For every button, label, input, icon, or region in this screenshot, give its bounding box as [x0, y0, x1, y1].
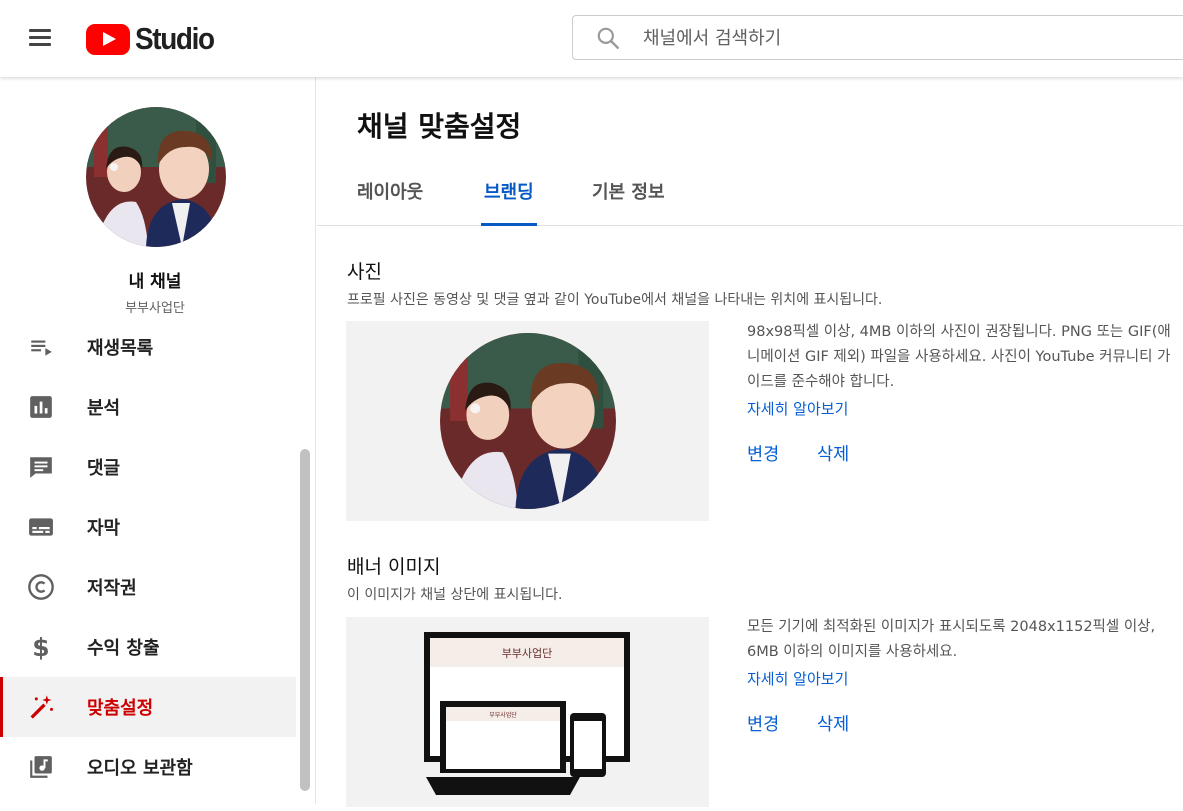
sidebar-item-label: 자막	[87, 518, 121, 539]
sidebar-scrollbar[interactable]	[300, 449, 310, 791]
profile-photo-preview	[346, 321, 709, 521]
sidebar-item-label: 재생목록	[87, 338, 154, 359]
youtube-studio-logo[interactable]: Studio	[86, 21, 222, 57]
photo-requirements: 98x98픽셀 이상, 4MB 이하의 사진이 권장됩니다. PNG 또는 GI…	[747, 324, 1171, 390]
sidebar-item-customization[interactable]: 맞춤설정	[0, 677, 296, 737]
sidebar-item-subtitles[interactable]: 자막	[0, 497, 296, 557]
logo-text: Studio	[135, 21, 215, 56]
monitor-banner-text: 부부사업단	[502, 647, 553, 660]
banner-change-button[interactable]: 변경	[747, 711, 779, 736]
subtitles-icon	[27, 513, 55, 541]
banner-section-desc: 이 이미지가 채널 상단에 표시됩니다.	[347, 587, 563, 603]
hamburger-menu-icon[interactable]	[22, 22, 58, 54]
sidebar-item-playlists[interactable]: 재생목록	[0, 317, 296, 377]
sidebar-nav: 재생목록 분석 댓글 자막 저작권 $ 수익 창출 맞춤설정 오디오 보관함	[0, 317, 296, 797]
sidebar-item-label: 저작권	[87, 578, 137, 599]
my-channel-label: 내 채널	[128, 272, 182, 292]
laptop-banner-text: 부부사업단	[489, 711, 517, 719]
search-icon[interactable]	[595, 25, 621, 51]
page-title: 채널 맞춤설정	[357, 110, 522, 143]
youtube-play-icon	[86, 23, 130, 55]
photo-section-title: 사진	[347, 261, 382, 283]
analytics-icon	[27, 393, 55, 421]
device-mockup-illustration: 부부사업단 부부사업단	[424, 632, 630, 795]
playlist-icon	[27, 333, 55, 361]
photo-change-button[interactable]: 변경	[747, 441, 779, 466]
sidebar-item-comments[interactable]: 댓글	[0, 437, 296, 497]
channel-name: 부부사업단	[125, 301, 185, 316]
sidebar-item-copyright[interactable]: 저작권	[0, 557, 296, 617]
sidebar-item-monetization[interactable]: $ 수익 창출	[0, 617, 296, 677]
sidebar-item-label: 수익 창출	[87, 638, 160, 659]
photo-delete-button[interactable]: 삭제	[817, 441, 849, 466]
banner-preview: 부부사업단 부부사업단	[346, 617, 709, 807]
copyright-icon	[27, 573, 55, 601]
photo-learn-more-link[interactable]: 자세히 알아보기	[747, 398, 848, 419]
profile-photo	[440, 333, 616, 509]
tab-layout[interactable]: 레이아웃	[357, 178, 423, 226]
sidebar-item-label: 오디오 보관함	[87, 758, 193, 779]
search-bar[interactable]	[572, 15, 1183, 60]
sidebar-item-label: 댓글	[87, 458, 121, 479]
banner-section-title: 배너 이미지	[347, 556, 441, 578]
banner-requirements: 모든 기기에 최적화된 이미지가 표시되도록 2048x1152픽셀 이상, 6…	[747, 619, 1156, 660]
sidebar-item-analytics[interactable]: 분석	[0, 377, 296, 437]
search-input[interactable]	[643, 22, 1143, 54]
comments-icon	[27, 453, 55, 481]
channel-avatar[interactable]	[86, 107, 226, 247]
main-content: 채널 맞춤설정 레이아웃 브랜딩 기본 정보 사진 프로필 사진은 동영상 및 …	[317, 77, 1183, 807]
dollar-icon: $	[32, 632, 50, 662]
sidebar: 내 채널 부부사업단 재생목록 분석 댓글 자막 저작권 $ 수익 창출 맞춤설…	[0, 77, 316, 804]
tab-basic-info[interactable]: 기본 정보	[592, 178, 665, 226]
sidebar-item-label: 분석	[87, 398, 121, 419]
tab-branding[interactable]: 브랜딩	[481, 178, 537, 226]
photo-section-desc: 프로필 사진은 동영상 및 댓글 옆과 같이 YouTube에서 채널을 나타내…	[347, 292, 883, 308]
banner-learn-more-link[interactable]: 자세히 알아보기	[747, 668, 848, 689]
tabs-bar: 레이아웃 브랜딩 기본 정보	[317, 172, 1183, 226]
sidebar-item-audio-library[interactable]: 오디오 보관함	[0, 737, 296, 797]
magic-wand-icon	[27, 693, 55, 721]
sidebar-item-label: 맞춤설정	[87, 698, 154, 719]
banner-delete-button[interactable]: 삭제	[817, 711, 849, 736]
audio-library-icon	[27, 753, 55, 781]
top-header: Studio	[0, 0, 1183, 77]
